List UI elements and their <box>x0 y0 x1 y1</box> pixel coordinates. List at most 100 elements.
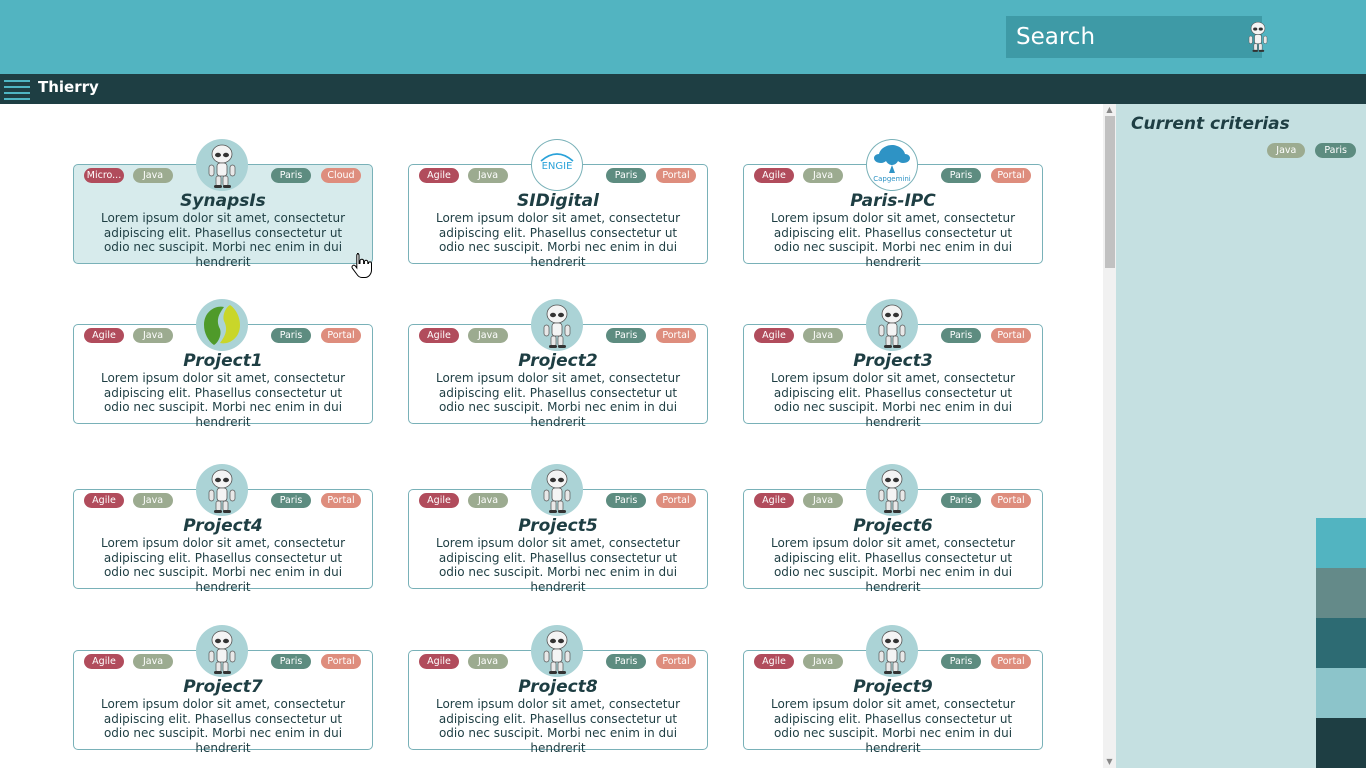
tag-badge[interactable]: Agile <box>84 493 124 508</box>
project-description: Lorem ipsum dolor sit amet, consectetur … <box>770 371 1016 429</box>
robot-icon <box>196 464 248 516</box>
tag-badge[interactable]: Agile <box>754 654 794 669</box>
tag-badge[interactable]: Agile <box>84 328 124 343</box>
project-description: Lorem ipsum dolor sit amet, consectetur … <box>100 211 346 269</box>
tag-badge[interactable]: Portal <box>321 328 361 343</box>
project-card[interactable]: Agile Java Paris Portal Project6 Lorem ipsum … <box>743 464 1043 594</box>
top-bar <box>0 0 1366 74</box>
project-description: Lorem ipsum dolor sit amet, consectetur … <box>435 211 681 269</box>
tag-badge[interactable]: Java <box>803 168 843 183</box>
tag-badge[interactable]: Portal <box>656 654 696 669</box>
project-card[interactable]: Capgemini Agile Java Paris Portal Paris-IPC Lo… <box>743 139 1043 269</box>
project-title[interactable]: Project8 <box>409 677 707 697</box>
tag-badge[interactable]: Paris <box>606 168 646 183</box>
tag-badge[interactable]: Paris <box>271 493 311 508</box>
tag-badge[interactable]: Cloud <box>321 168 361 183</box>
project-card[interactable]: Agile Java Paris Portal Project3 Lorem ipsum … <box>743 299 1043 429</box>
palette-swatch[interactable] <box>1316 568 1366 618</box>
scroll-down-arrow-icon[interactable]: ▼ <box>1103 756 1116 768</box>
tag-badge[interactable]: Portal <box>991 654 1031 669</box>
tag-badge[interactable]: Portal <box>321 654 361 669</box>
tag-badge[interactable]: Agile <box>419 493 459 508</box>
robot-icon <box>196 625 248 677</box>
tag-badge[interactable]: Java <box>803 654 843 669</box>
project-card[interactable]: Agile Java Paris Portal Project2 Lorem ipsum … <box>408 299 708 429</box>
project-title[interactable]: Project1 <box>74 351 372 371</box>
tag-badge[interactable]: Java <box>803 328 843 343</box>
svg-text:Capgemini: Capgemini <box>873 175 911 183</box>
tag-badge[interactable]: Paris <box>941 654 981 669</box>
palette-swatch[interactable] <box>1316 618 1366 668</box>
tag-badge[interactable]: Paris <box>606 654 646 669</box>
tag-badge[interactable]: Agile <box>419 168 459 183</box>
tag-badge[interactable]: Paris <box>271 168 311 183</box>
criteria-tag[interactable]: Paris <box>1315 143 1356 158</box>
criteria-title: Current criterias <box>1131 114 1290 134</box>
palette-swatch[interactable] <box>1316 668 1366 718</box>
project-title[interactable]: Project2 <box>409 351 707 371</box>
project-title[interactable]: Project4 <box>74 516 372 536</box>
tag-badge[interactable]: Paris <box>271 328 311 343</box>
project-title[interactable]: Paris-IPC <box>744 191 1042 211</box>
search-input[interactable] <box>1006 16 1262 58</box>
tag-badge[interactable]: Micro... <box>84 168 124 183</box>
user-name[interactable]: Thierry <box>38 78 99 96</box>
tag-badge[interactable]: Paris <box>941 168 981 183</box>
palette-swatch[interactable] <box>1316 718 1366 768</box>
project-card[interactable]: Agile Java Paris Portal Project4 Lorem ipsum … <box>73 464 373 594</box>
scroll-thumb[interactable] <box>1105 116 1115 268</box>
tag-badge[interactable]: Java <box>468 493 508 508</box>
tag-badge[interactable]: Portal <box>656 328 696 343</box>
search-box[interactable] <box>1006 16 1262 58</box>
project-title[interactable]: SIDigital <box>409 191 707 211</box>
tag-badge[interactable]: Portal <box>991 168 1031 183</box>
scrollbar[interactable]: ▲ ▼ <box>1103 104 1116 768</box>
tag-badge[interactable]: Paris <box>606 493 646 508</box>
project-title[interactable]: SynapsIs <box>74 191 372 211</box>
tag-badge[interactable]: Paris <box>606 328 646 343</box>
tag-badge[interactable]: Java <box>468 654 508 669</box>
project-title[interactable]: Project5 <box>409 516 707 536</box>
tag-badge[interactable]: Java <box>803 493 843 508</box>
tag-badge[interactable]: Java <box>133 654 173 669</box>
tag-badge[interactable]: Portal <box>991 493 1031 508</box>
tag-badge[interactable]: Java <box>468 168 508 183</box>
robot-icon <box>531 464 583 516</box>
project-title[interactable]: Project6 <box>744 516 1042 536</box>
project-card[interactable]: Agile Java Paris Portal Project5 Lorem ipsum … <box>408 464 708 594</box>
scroll-up-arrow-icon[interactable]: ▲ <box>1103 104 1116 116</box>
tag-badge[interactable]: Paris <box>941 328 981 343</box>
tag-badge[interactable]: Java <box>133 493 173 508</box>
tag-badge[interactable]: Agile <box>419 654 459 669</box>
tag-badge[interactable]: Agile <box>754 168 794 183</box>
engie-logo-icon: ENGIE <box>531 139 583 191</box>
project-description: Lorem ipsum dolor sit amet, consectetur … <box>435 371 681 429</box>
project-description: Lorem ipsum dolor sit amet, consectetur … <box>100 697 346 755</box>
project-card[interactable]: Agile Java Paris Portal Project1 Lorem ipsum … <box>73 299 373 429</box>
project-card[interactable]: Micro... Java Paris Cloud SynapsIs Lorem ipsu… <box>73 139 373 269</box>
project-title[interactable]: Project9 <box>744 677 1042 697</box>
robot-logo-icon[interactable] <box>1240 12 1276 60</box>
tag-badge[interactable]: Agile <box>754 493 794 508</box>
hamburger-menu-icon[interactable] <box>4 80 30 100</box>
tag-badge[interactable]: Java <box>468 328 508 343</box>
tag-badge[interactable]: Portal <box>656 168 696 183</box>
project-title[interactable]: Project7 <box>74 677 372 697</box>
tag-badge[interactable]: Java <box>133 168 173 183</box>
project-card[interactable]: ENGIE Agile Java Paris Portal SIDigital Lorem … <box>408 139 708 269</box>
palette-swatch[interactable] <box>1316 518 1366 568</box>
tag-badge[interactable]: Java <box>133 328 173 343</box>
tag-badge[interactable]: Agile <box>84 654 124 669</box>
project-title[interactable]: Project3 <box>744 351 1042 371</box>
project-card[interactable]: Agile Java Paris Portal Project7 Lorem ipsum … <box>73 625 373 755</box>
criteria-tag[interactable]: Java <box>1267 143 1306 158</box>
tag-badge[interactable]: Portal <box>991 328 1031 343</box>
tag-badge[interactable]: Agile <box>754 328 794 343</box>
project-card[interactable]: Agile Java Paris Portal Project8 Lorem ipsum … <box>408 625 708 755</box>
tag-badge[interactable]: Paris <box>941 493 981 508</box>
tag-badge[interactable]: Agile <box>419 328 459 343</box>
project-card[interactable]: Agile Java Paris Portal Project9 Lorem ipsum … <box>743 625 1043 755</box>
tag-badge[interactable]: Portal <box>321 493 361 508</box>
tag-badge[interactable]: Paris <box>271 654 311 669</box>
tag-badge[interactable]: Portal <box>656 493 696 508</box>
